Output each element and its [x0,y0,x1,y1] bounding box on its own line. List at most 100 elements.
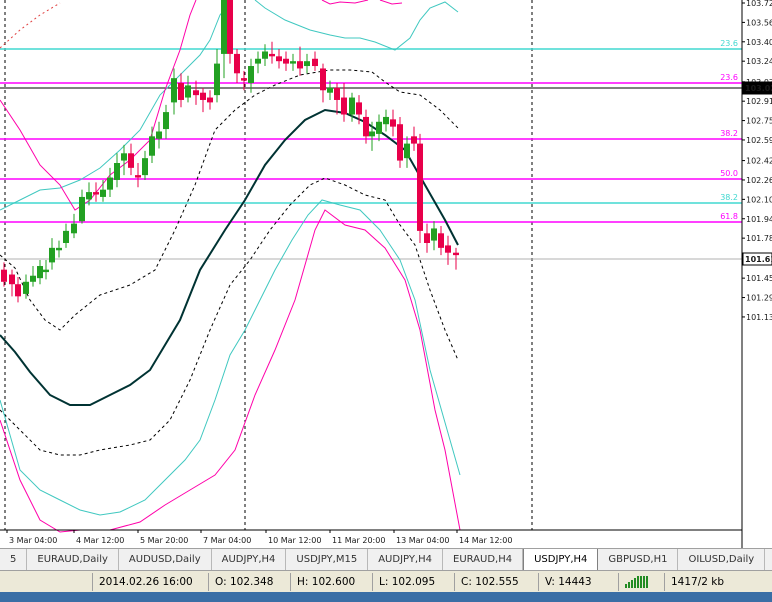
candle-body [255,58,261,64]
fib-level-label: 38.2 [720,193,738,202]
candle-body [241,78,247,81]
candle-body [142,158,148,176]
candle-body [404,143,410,159]
tab-partial[interactable]: 5 [0,549,28,570]
candle-body [171,78,177,103]
candle-body [411,136,417,144]
bollinger-upper-magenta-right-2 [379,0,403,5]
current-price-label: 101.61 [745,255,772,264]
candle-body [56,247,62,251]
fib-level-label: 61.8 [720,212,738,221]
candle-body [79,196,85,222]
price-axis-label: 101.94 [746,215,772,224]
candle-body [121,153,127,161]
tab-audjpy-h4-2[interactable]: AUDJPY,H4 [368,549,443,570]
candle-body [43,269,49,273]
price-axis-label: 102.75 [746,117,772,126]
candle-body [312,58,318,67]
candle-body [93,192,99,195]
status-low: L: 102.095 [372,572,454,591]
tab-oilusd-daily[interactable]: OILUSD,Daily [678,549,766,570]
tab-gbpusd-h1[interactable]: GBPUSD,H1 [598,549,679,570]
candle-body [100,189,106,197]
tab-euraud-daily[interactable]: EURAUD,Daily [27,549,119,570]
candle-body [349,97,355,115]
candle-body [163,112,169,130]
status-datetime: 2014.02.26 16:00 [92,572,208,591]
tab-euraud-h4[interactable]: EURAUD,H4 [443,549,524,570]
candle-body [23,281,29,294]
price-axis-label: 103.56 [746,18,772,27]
candle-body [200,92,206,100]
price-axis-label: 101.13 [746,313,772,322]
price-axis-label: 103.72 [746,0,772,8]
candle-body [114,163,120,180]
tab-usdjpy-m15[interactable]: USDJPY,M15 [286,549,369,570]
candle-body [128,153,134,168]
time-axis-label: 11 Mar 20:00 [332,536,385,545]
candle-body [304,61,310,67]
candle-body [369,131,375,137]
candle-body [262,51,268,59]
candle-body [334,87,340,100]
tab-usdjpy-h4[interactable]: USDJPY,H4 [523,549,599,570]
status-bar: 2014.02.26 16:00 O: 102.348 H: 102.600 L… [0,570,772,592]
fib-level-label: 23.6 [720,73,738,82]
candle-body [417,143,423,231]
bollinger-upper-cyan-right [254,0,459,51]
candle-body [269,53,275,57]
candle-body [234,53,240,74]
candle-body [9,274,15,285]
candle-body [431,228,437,241]
tab-audusd-daily[interactable]: AUDUSD,Daily [119,549,212,570]
candle-body [327,87,333,93]
candle-body [383,116,389,125]
bollinger-lower-magenta [0,209,461,533]
candle-body [341,97,347,115]
price-chart[interactable]: 23.6 23.6 38.2 50.0 38.2 61.8 103.72 103.56 103.… [0,0,772,548]
price-axis-label: 103.40 [746,38,772,47]
taskbar-strip [0,592,772,602]
candle-body [156,131,162,139]
status-volume: V: 14443 [538,572,618,591]
candle-body [193,90,199,96]
status-open: O: 102.348 [208,572,290,591]
candle-body [248,66,254,83]
time-axis-label: 13 Mar 04:00 [396,536,449,545]
price-axis-label: 101.45 [746,274,772,283]
candle-body [320,68,326,91]
tab-audjpy-h4[interactable]: AUDJPY,H4 [212,549,287,570]
candle-body [363,116,369,137]
status-high: H: 102.600 [290,572,372,591]
fib-level-label: 50.0 [720,169,738,178]
chart-tab-bar: 5 EURAUD,Daily AUDUSD,Daily AUDJPY,H4 US… [0,548,772,570]
connection-bars-icon [618,572,664,591]
candle-body [135,175,141,178]
moving-average [0,108,459,406]
price-axis-label: 102.42 [746,157,772,166]
candle-body [63,230,69,243]
candle-body [107,177,113,190]
candle-body [221,0,227,54]
price-axis-label: 102.59 [746,136,772,145]
candle-body [297,61,303,69]
candle-body [15,284,21,297]
candle-body [227,0,233,54]
candle-body [71,223,77,234]
status-close: C: 102.555 [454,572,538,591]
dashed-band-upper [0,69,373,331]
bollinger-upper-magenta-right [321,0,369,5]
price-axis-label: 103.24 [746,57,772,66]
candle-body [276,56,282,62]
red-dotted-trendline [0,2,61,49]
chart-canvas[interactable]: 23.6 23.6 38.2 50.0 38.2 61.8 103.72 103.56 103.… [0,0,772,548]
candle-body [290,61,296,64]
candle-body [207,97,213,103]
candle-body [453,252,459,256]
fib-level-label: 23.6 [720,39,738,48]
marked-price-label: 103.02 [745,84,772,93]
candle-body [445,245,451,253]
time-axis-label: 5 Mar 20:00 [140,536,188,545]
price-axis-label: 102.26 [746,176,772,185]
time-axis-label: 3 Mar 04:00 [9,536,57,545]
